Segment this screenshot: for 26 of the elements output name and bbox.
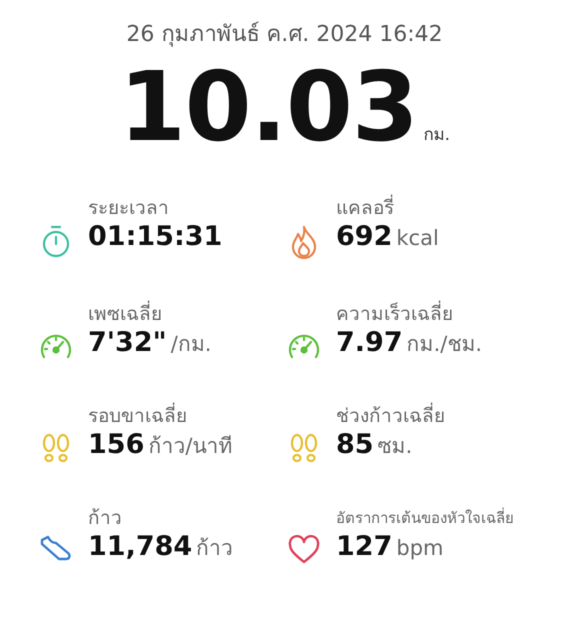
stat-label: แคลอรี่ [336,195,439,221]
stat-value: 7.97 [336,327,403,358]
date-time: 26 กุมภาพันธ์ ค.ศ. 2024 16:42 [125,20,444,49]
stat-label: ความเร็วเฉลี่ย [336,301,482,327]
stat-label: รอบขาเฉลี่ย [88,403,232,429]
stat-label: ก้าว [88,506,123,531]
distance-value: 10.03 [118,59,418,155]
stat-label: ระยะเวลา [88,196,170,221]
stat-value: 127 [336,531,392,562]
distance-unit: กม. [424,124,450,147]
stat-value: 85 [336,429,374,460]
stat-unit: /กม. [170,331,212,358]
stat-unit: ซม. [378,433,412,460]
stat-value: 692 [336,221,392,252]
stat-label: เพซเฉลี่ย [88,301,212,327]
stat-label: ช่วงก้าวเฉลี่ย [336,403,445,429]
stat-unit: ก้าว [196,535,234,562]
stat-value: 7'32" [88,327,167,358]
stat-value: 01:15:31 [88,221,222,252]
stat-value: 156 [88,429,144,460]
stat-unit: ก้าว/นาที [148,433,232,460]
stat-label: อัตราการเต้นของหัวใจเฉลี่ย [336,506,514,529]
stat-unit: kcal [396,226,439,250]
stat-unit: bpm [396,536,444,560]
stat-value: 11,784 [88,531,192,562]
stat-unit: กม./ชม. [406,331,482,358]
